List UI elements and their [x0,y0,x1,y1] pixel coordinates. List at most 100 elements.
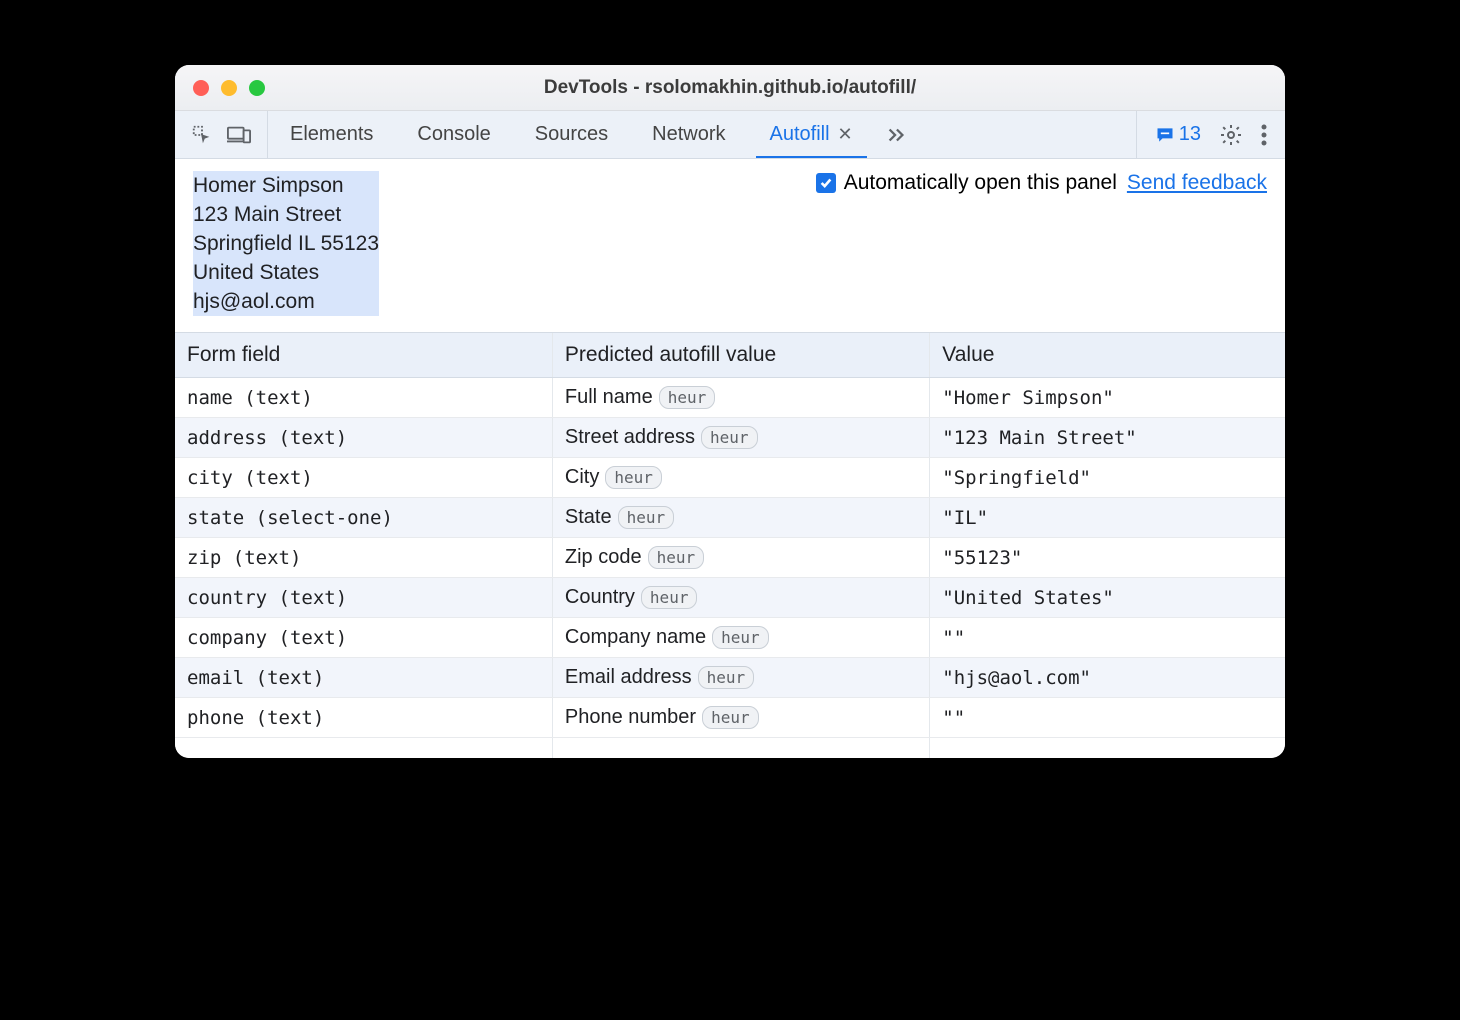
cell-form-field: address (text) [175,418,552,458]
address-line-city-state-zip: Springfield IL 55123 [193,229,379,258]
cell-predicted: Email address heur [552,658,929,698]
toolbar-tabs: Elements Console Sources Network Autofil… [268,111,1136,158]
cell-predicted: City heur [552,458,929,498]
cell-value: "55123" [930,538,1285,578]
minimize-window-button[interactable] [221,80,237,96]
cell-form-field: name (text) [175,378,552,418]
predicted-label: Zip code [565,546,642,568]
tab-network-label: Network [652,123,725,146]
cell-form-field: country (text) [175,578,552,618]
toolbar-left-group [175,111,268,158]
predicted-label: Street address [565,426,695,448]
devtools-window: DevTools - rsolomakhin.github.io/autofil… [175,65,1285,758]
auto-open-checkbox-wrap[interactable]: Automatically open this panel [816,171,1117,195]
close-window-button[interactable] [193,80,209,96]
predicted-label: Full name [565,386,653,408]
cell-value: "hjs@aol.com" [930,658,1285,698]
checkbox-icon [816,173,836,193]
send-feedback-link[interactable]: Send feedback [1127,171,1267,195]
cell-value: "" [930,698,1285,738]
col-value[interactable]: Value [930,333,1285,378]
gear-icon[interactable] [1219,123,1243,147]
tab-elements-label: Elements [290,123,373,146]
table-row[interactable]: country (text)Countryheur"United States" [175,578,1285,618]
heur-badge: heur [641,586,698,609]
tab-elements[interactable]: Elements [268,111,395,158]
address-line-street: 123 Main Street [193,200,379,229]
heur-badge: heur [618,506,675,529]
cell-predicted: Zip code heur [552,538,929,578]
predicted-label: State [565,506,612,528]
issues-counter[interactable]: 13 [1155,123,1201,146]
tab-sources-label: Sources [535,123,608,146]
cell-form-field: email (text) [175,658,552,698]
kebab-menu-icon[interactable] [1261,124,1267,146]
cell-predicted: Phone number heur [552,698,929,738]
cell-value: "IL" [930,498,1285,538]
cell-value: "Springfield" [930,458,1285,498]
cell-value: "123 Main Street" [930,418,1285,458]
cell-predicted: State heur [552,498,929,538]
predicted-label: Phone number [565,706,696,728]
predicted-label: Company name [565,626,706,648]
auto-open-checkbox-label: Automatically open this panel [844,171,1117,195]
address-line-email: hjs@aol.com [193,287,379,316]
address-line-country-wrap: United States [193,258,379,287]
table-row[interactable]: city (text) City heur "Springfield" [175,458,1285,498]
cell-form-field: zip (text) [175,538,552,578]
cell-form-field: phone (text) [175,698,552,738]
tab-sources[interactable]: Sources [513,111,630,158]
panel-top-right: Automatically open this panel Send feedb… [816,171,1267,195]
tab-autofill[interactable]: Autofill ✕ [748,111,875,158]
device-toolbar-icon[interactable] [227,124,251,146]
table-row[interactable]: email (text) Email address heur "hjs@aol.co… [175,658,1285,698]
tab-console-label: Console [417,123,490,146]
inspect-icon[interactable] [191,124,213,146]
table-row[interactable]: name (text) Full name heur "Homer Simpson" [175,378,1285,418]
predicted-label: Email address [565,666,692,688]
cell-value: "Homer Simpson" [930,378,1285,418]
chevron-double-right-icon [885,124,907,146]
message-icon [1155,125,1175,145]
close-icon[interactable]: ✕ [838,124,853,145]
table-row[interactable]: state (select-one) State heur "IL" [175,498,1285,538]
heur-badge: heur [659,386,716,409]
heur-badge: heur [712,626,769,649]
table-row[interactable]: zip (text) Zip code heur "55123" [175,538,1285,578]
heur-badge: heur [698,666,755,689]
maximize-window-button[interactable] [249,80,265,96]
address-line-country: United States [193,258,379,287]
cell-value: "United States" [930,578,1285,618]
heur-badge: heur [605,466,662,489]
cell-form-field: company (text) [175,618,552,658]
table-footer-blank [175,738,1285,758]
tab-network[interactable]: Network [630,111,747,158]
col-predicted-value[interactable]: Predicted autofill value [552,333,929,378]
cell-predicted: Countryheur [552,578,929,618]
heur-badge: heur [701,426,758,449]
address-line-email-wrap: hjs@aol.com [193,287,379,316]
cell-form-field: city (text) [175,458,552,498]
titlebar: DevTools - rsolomakhin.github.io/autofil… [175,65,1285,111]
issues-count-label: 13 [1179,123,1201,146]
toolbar-right-group: 13 [1136,111,1285,158]
address-line-name: Homer Simpson [193,171,379,200]
more-tabs-button[interactable] [875,111,917,158]
tab-autofill-label: Autofill [770,123,830,146]
table-row[interactable]: phone (text) Phone number heur "" [175,698,1285,738]
heur-badge: heur [648,546,705,569]
cell-form-field: state (select-one) [175,498,552,538]
tab-console[interactable]: Console [395,111,512,158]
cell-predicted: Street address heur [552,418,929,458]
window-title: DevTools - rsolomakhin.github.io/autofil… [175,77,1285,99]
predicted-label: City [565,466,599,488]
traffic-lights [193,80,265,96]
table-row[interactable]: company (text) Company name heur "" [175,618,1285,658]
table-row[interactable]: address (text) Street address heur "123 Mai… [175,418,1285,458]
cell-predicted: Company name heur [552,618,929,658]
heur-badge: heur [702,706,759,729]
col-form-field[interactable]: Form field [175,333,552,378]
table-body: name (text)Full nameheur"Homer Simpson"a… [175,378,1285,738]
autofill-panel-header: Homer Simpson 123 Main Street Springfiel… [175,159,1285,332]
cell-value: "" [930,618,1285,658]
